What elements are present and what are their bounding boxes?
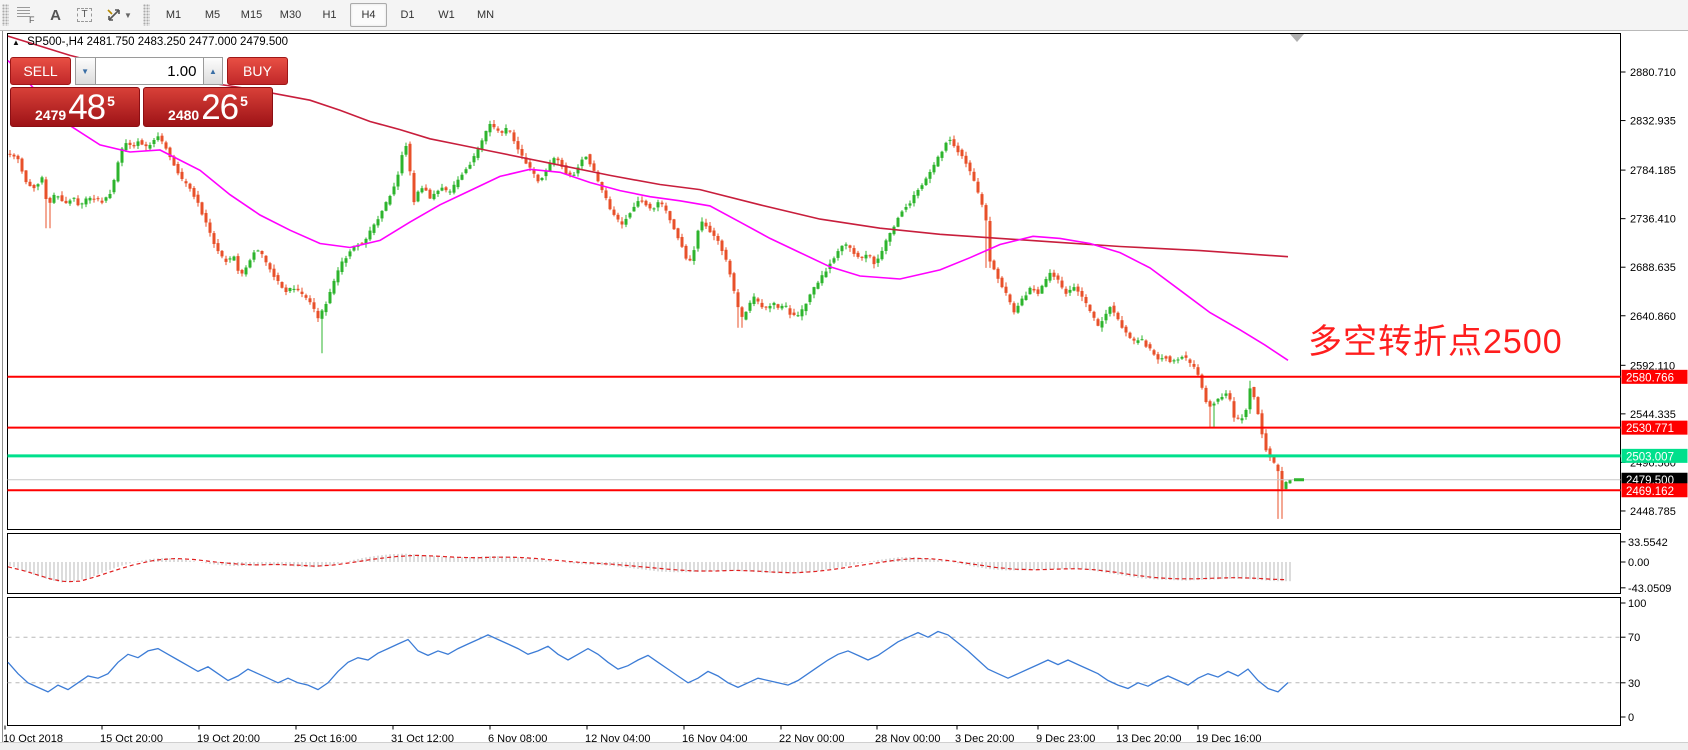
timeframe-group: M1 M5 M15 M30 H1 H4 D1 W1 MN (154, 3, 505, 27)
rsi-axis-label: 30 (1628, 678, 1640, 690)
trend-annotation-text: 多空转折点2500 (1308, 323, 1563, 361)
svg-text:F: F (29, 15, 35, 24)
price-tick: 2736.410 (1630, 214, 1676, 226)
tf-button-d1[interactable]: D1 (389, 3, 426, 27)
tf-button-h4[interactable]: H4 (350, 3, 387, 27)
ask-big-digits: 26 (201, 88, 239, 127)
price-label-text: 2530.771 (1626, 423, 1674, 435)
macd-axis-label: 33.5542 (1628, 537, 1668, 549)
rsi-axis-label: 100 (1628, 598, 1646, 610)
volume-increase-button[interactable]: ▲ (202, 57, 224, 85)
chevron-down-icon: ▼ (124, 10, 132, 20)
mt4-window: F A T ▼ M1M5M15M30H1H4D1W1MN MACD(12,26,… (0, 0, 1688, 750)
price-tick: 2784.185 (1630, 165, 1676, 177)
one-click-trading-panel: SELL ▼ ▲ BUY 2479 48 5 2480 2 (10, 57, 288, 127)
chart-header: ▲ SP500-,H4 2481.750 2483.250 2477.000 2… (12, 36, 288, 48)
price-tick: 2448.785 (1630, 506, 1676, 518)
symbol-ohlc-text: SP500-,H4 2481.750 2483.250 2477.000 247… (27, 36, 289, 48)
tf-button-m30[interactable]: M30 (272, 3, 309, 27)
macd-axis-label: 0.00 (1628, 557, 1649, 569)
price-label-text: 2503.007 (1626, 451, 1674, 463)
text-box-tool-button[interactable]: T (70, 2, 99, 28)
ask-quote-panel[interactable]: 2480 26 5 (143, 87, 273, 127)
sell-button[interactable]: SELL (10, 57, 72, 85)
price-label-text: 2580.766 (1626, 372, 1674, 384)
toolbar: F A T ▼ M1 M5 M15 M30 H1 H4 D1 W1 MN (0, 0, 1688, 31)
boxed-t-icon: T (77, 8, 92, 22)
price-tick: 2688.635 (1630, 262, 1676, 274)
price-label-text: 2469.162 (1626, 486, 1674, 498)
volume-decrease-button[interactable]: ▼ (74, 57, 96, 85)
price-tick: 2832.935 (1630, 116, 1676, 128)
tf-button-m5[interactable]: M5 (194, 3, 231, 27)
grid-f-icon: F (16, 6, 35, 24)
cursor-mode-button[interactable]: ▼ (99, 2, 139, 28)
ask-prefix: 2480 (168, 107, 200, 123)
rsi-axis-label: 0 (1628, 712, 1634, 724)
ask-pip-digit: 5 (240, 93, 248, 109)
volume-input[interactable] (95, 57, 203, 85)
bid-prefix: 2479 (35, 107, 67, 123)
buy-button[interactable]: BUY (226, 57, 288, 85)
chart-canvas[interactable]: MACD(12,26,9) -32.0035 -29.6075 RSI(14) … (0, 30, 1688, 750)
status-bar (0, 742, 1688, 750)
letter-a-icon: A (50, 6, 61, 24)
toolbar-drag-handle[interactable] (2, 4, 9, 26)
price-tick: 2544.335 (1630, 409, 1676, 421)
buy-button-label: BUY (243, 63, 272, 79)
tf-button-m1[interactable]: M1 (155, 3, 192, 27)
tf-button-h1[interactable]: H1 (311, 3, 348, 27)
sell-button-label: SELL (23, 63, 58, 79)
diagonal-arrows-icon (107, 9, 120, 21)
toolbar-separator (143, 4, 150, 26)
tf-button-m15[interactable]: M15 (233, 3, 270, 27)
macd-axis-label: -43.0509 (1628, 583, 1671, 595)
tf-button-mn[interactable]: MN (467, 3, 504, 27)
text-label-tool-button[interactable]: A (41, 2, 70, 28)
bid-quote-panel[interactable]: 2479 48 5 (10, 87, 140, 127)
chart-window: MACD(12,26,9) -32.0035 -29.6075 RSI(14) … (0, 30, 1688, 750)
rsi-axis-label: 70 (1628, 632, 1640, 644)
price-tick: 2640.860 (1630, 311, 1676, 323)
symbol-collapse-icon[interactable]: ▲ (12, 38, 20, 47)
price-tick: 2880.710 (1630, 67, 1676, 79)
bid-pip-digit: 5 (107, 93, 115, 109)
template-grid-icon[interactable]: F (12, 2, 41, 28)
tf-button-w1[interactable]: W1 (428, 3, 465, 27)
bid-big-digits: 48 (68, 88, 106, 127)
